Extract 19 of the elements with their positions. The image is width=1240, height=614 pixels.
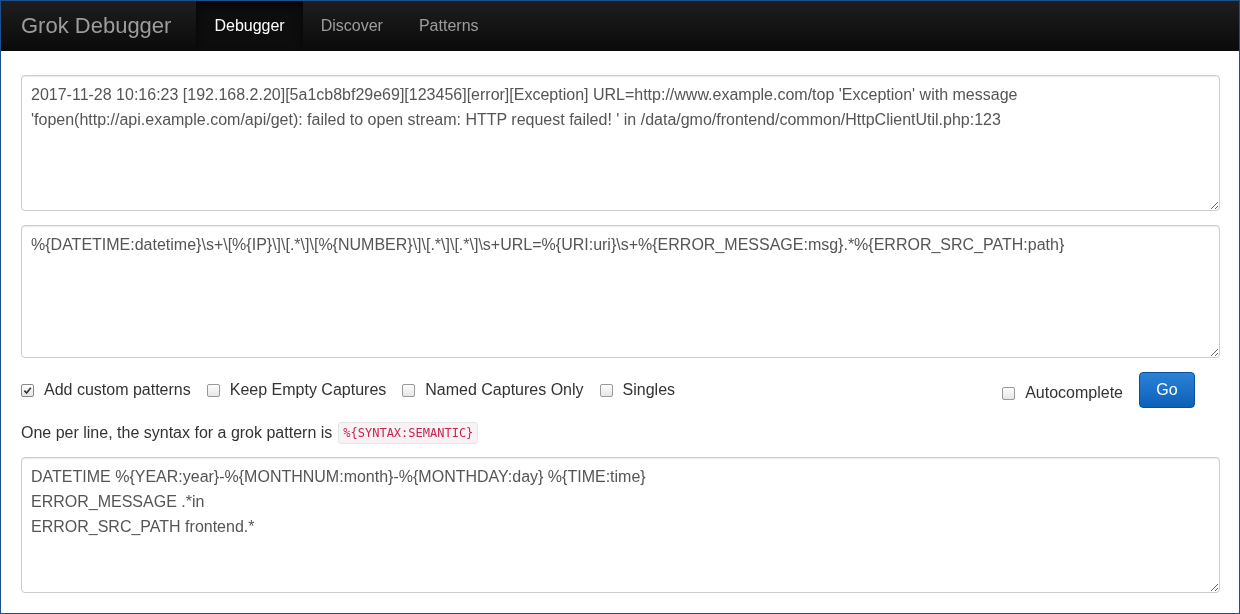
custom-patterns-input[interactable]: DATETIME %{YEAR:year}-%{MONTHNUM:month}-%{MONTHDAY:day} %{TIME:time} ERROR_MESSAGE .*in ERROR_SRC_PATH frontend.* xyxy=(21,457,1220,593)
checkbox-label: Singles xyxy=(622,381,676,399)
nav-tab[interactable]: Discover xyxy=(302,1,401,51)
checkbox-label: Add custom patterns xyxy=(44,381,191,399)
nav-tab[interactable]: Patterns xyxy=(400,1,497,51)
go-button[interactable]: Go xyxy=(1139,372,1195,408)
checkbox-label: Keep Empty Captures xyxy=(229,381,387,399)
checkbox[interactable] xyxy=(402,383,416,397)
checkbox[interactable] xyxy=(21,383,34,397)
sample-input[interactable]: 2017-11-28 10:16:23 [192.168.2.20][5a1cb8bf29e69][123456][error][Exception] URL=http://www.example.com/top 'Exception' with message 'fopen(http://api.example.com/api/get): failed to open stream: HTTP request failed! ' in /data/gmo/frontend/common/HttpClientUtil.php:123 xyxy=(21,75,1220,211)
checkbox[interactable] xyxy=(1002,386,1016,400)
checkbox[interactable] xyxy=(599,383,613,397)
help-text: One per line, the syntax for a grok pattern is xyxy=(21,424,333,442)
checkbox-label: Autocomplete xyxy=(1025,384,1123,402)
syntax-code: %{SYNTAX:SEMANTIC} xyxy=(338,422,479,444)
brand-title[interactable]: Grok Debugger xyxy=(21,1,197,51)
checkbox-label: Named Captures Only xyxy=(425,381,584,399)
checkbox[interactable] xyxy=(206,383,220,397)
pattern-input[interactable]: %{DATETIME:datetime}\s+\[%{IP}\]\[.*\]\[%{NUMBER}\]\[.*\]\[.*\]\s+URL=%{URI:uri}\s+%{ERROR_MESSAGE:msg}.*%{ERROR_SRC_PATH:path} xyxy=(21,225,1220,358)
